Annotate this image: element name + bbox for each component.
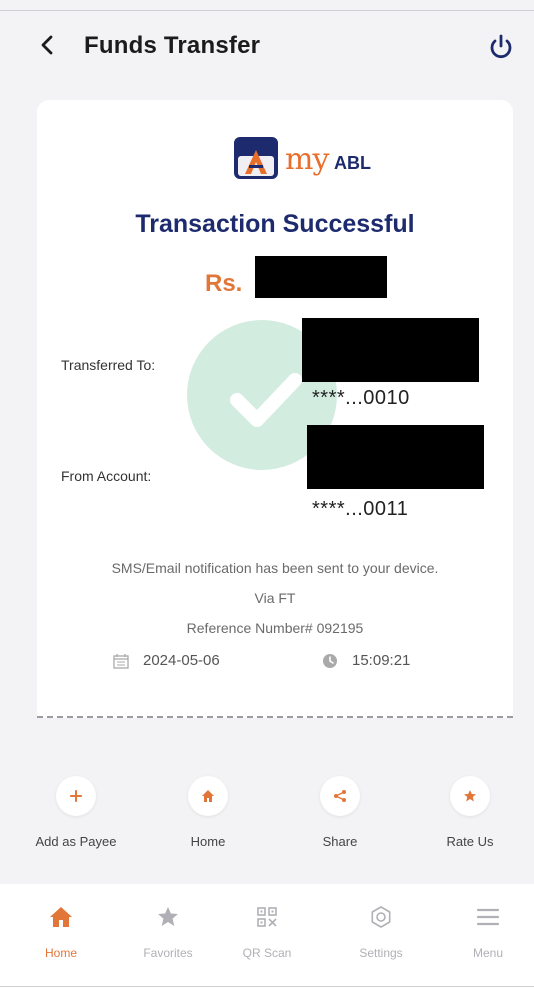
bottom-nav-bar: Home Favorites QR Scan Settings Menu <box>0 884 534 989</box>
logo-abl-text: ABL <box>334 153 371 173</box>
transferred-to-label: Transferred To: <box>61 357 156 373</box>
chevron-left-icon <box>41 35 53 55</box>
transaction-status: Transaction Successful <box>135 210 415 238</box>
home-action-label: Home <box>190 834 226 849</box>
notification-text: SMS/Email notification has been sent to … <box>111 560 439 576</box>
page-title: Funds Transfer <box>84 32 261 59</box>
home-icon <box>50 907 72 927</box>
hamburger-menu-icon <box>476 908 500 926</box>
gear-icon <box>371 906 391 928</box>
tab-home[interactable]: Home <box>21 902 101 960</box>
myabl-logo: my ABL <box>231 134 401 182</box>
tab-qr-scan[interactable]: QR Scan <box>227 902 307 960</box>
transaction-time: 15:09:21 <box>352 652 411 669</box>
star-icon <box>158 907 178 926</box>
beneficiary-name-redacted <box>302 318 479 382</box>
transaction-date: 2024-05-06 <box>143 652 220 669</box>
receipt-card: my ABL Transaction Successful Rs. Transf… <box>37 100 513 718</box>
share-label: Share <box>322 834 358 849</box>
tab-favorites[interactable]: Favorites <box>128 902 208 960</box>
star-icon <box>464 790 476 802</box>
tab-menu-label: Menu <box>472 946 504 960</box>
top-divider <box>0 10 534 11</box>
myabl-logo-icon <box>234 137 278 179</box>
tab-qr-scan-label: QR Scan <box>242 946 292 960</box>
bottom-divider <box>0 986 534 987</box>
from-account-number: ****...0011 <box>312 498 409 520</box>
share-button[interactable]: Share <box>280 776 400 849</box>
action-row: Add as Payee Home Share Rate Us <box>0 776 534 860</box>
time-row: 15:09:21 <box>322 652 410 669</box>
back-button[interactable] <box>36 30 60 60</box>
clock-icon <box>323 653 337 668</box>
tab-menu[interactable]: Menu <box>448 902 528 960</box>
add-as-payee-label: Add as Payee <box>35 834 117 849</box>
amount-redacted <box>255 256 387 298</box>
tab-settings[interactable]: Settings <box>341 902 421 960</box>
home-icon <box>202 790 214 802</box>
logo-word: my <box>285 142 329 177</box>
receipt-tear-line <box>37 716 513 718</box>
power-icon <box>490 34 512 59</box>
amount-currency: Rs. <box>205 270 243 297</box>
home-action-button[interactable]: Home <box>148 776 268 849</box>
transferred-to-account: ****...0010 <box>312 387 410 409</box>
qr-code-icon <box>257 907 277 927</box>
calendar-icon <box>113 653 129 669</box>
from-account-label: From Account: <box>61 468 152 484</box>
rate-us-label: Rate Us <box>446 834 494 849</box>
rate-us-button[interactable]: Rate Us <box>410 776 530 849</box>
via-text: Via FT <box>254 590 296 606</box>
app-header: Funds Transfer <box>0 22 534 72</box>
reference-number: Reference Number# 092195 <box>186 620 364 636</box>
date-row: 2024-05-06 <box>113 652 220 669</box>
logout-button[interactable] <box>486 32 516 62</box>
tab-settings-label: Settings <box>359 946 403 960</box>
plus-icon <box>70 790 82 802</box>
tab-home-label: Home <box>44 946 77 960</box>
sender-name-redacted <box>307 425 484 489</box>
add-as-payee-button[interactable]: Add as Payee <box>16 776 136 849</box>
share-icon <box>334 790 346 802</box>
tab-favorites-label: Favorites <box>143 946 193 960</box>
